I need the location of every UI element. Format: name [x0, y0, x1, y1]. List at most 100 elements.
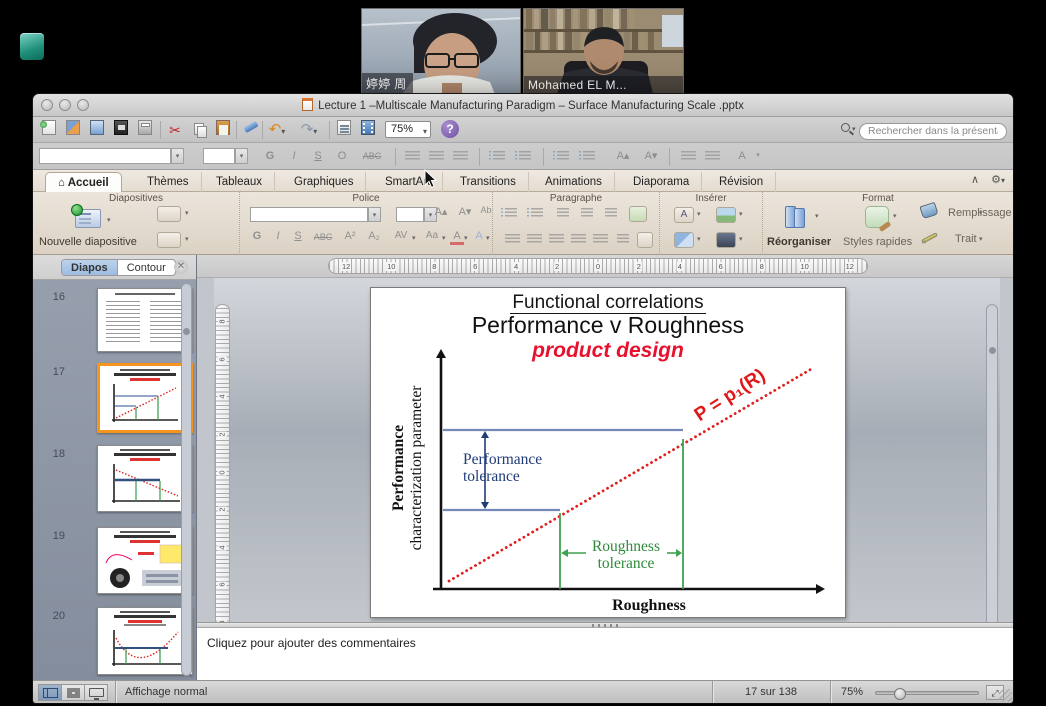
ribbon-shrink-font-button[interactable]: A▾: [454, 205, 476, 218]
align-left-icon[interactable]: [405, 151, 420, 162]
distribute-text-icon[interactable]: [593, 234, 608, 245]
slide-gallery-icon[interactable]: [63, 120, 83, 140]
strikethrough-button[interactable]: ABC: [357, 148, 387, 164]
sidebar-scrollbar[interactable]: [181, 283, 192, 676]
ribbon-italic-button[interactable]: I: [270, 230, 286, 242]
line-color-icon[interactable]: [921, 232, 938, 244]
zoom-slider[interactable]: [875, 691, 979, 695]
ribbon-font-size-combobox[interactable]: ▾: [396, 207, 424, 222]
line-spacing-icon[interactable]: [605, 208, 617, 219]
zoom-slider-knob[interactable]: [894, 688, 906, 700]
tab-themes[interactable]: Thèmes: [135, 172, 202, 192]
scrollbar-thumb[interactable]: [989, 347, 996, 354]
numbering-icon[interactable]: [519, 151, 531, 162]
print-icon[interactable]: [135, 120, 155, 140]
normal-view-button[interactable]: [38, 684, 62, 701]
bold-button[interactable]: G: [261, 148, 279, 164]
ribbon-font-color-button[interactable]: A: [450, 230, 464, 245]
tab-diaporama[interactable]: Diaporama: [621, 172, 702, 192]
ribbon-font-name-combobox[interactable]: ▾: [250, 207, 368, 222]
insert-picture-caret-icon[interactable]: ▾: [739, 210, 743, 218]
save-icon[interactable]: [111, 120, 131, 140]
insert-movie-caret-icon[interactable]: ▾: [739, 235, 743, 243]
ribbon-justify-icon[interactable]: [571, 234, 586, 245]
subscript-button[interactable]: A₂: [364, 230, 384, 242]
paste-icon[interactable]: [213, 120, 233, 140]
superscript-button[interactable]: A²: [340, 230, 360, 242]
font-color-button[interactable]: A: [733, 148, 751, 164]
tab-animations[interactable]: Animations: [533, 172, 615, 192]
media-browser-icon[interactable]: [358, 120, 378, 140]
search-input[interactable]: [859, 123, 1007, 140]
fill-color-icon[interactable]: [919, 202, 938, 219]
vertical-scrollbar[interactable]: ▲▼: [986, 304, 998, 622]
collapse-ribbon-icon[interactable]: ∧: [971, 173, 979, 186]
text-outline-color-button[interactable]: A: [472, 230, 486, 242]
demote-list-icon[interactable]: [557, 151, 569, 162]
slide-thumbnail-16[interactable]: [97, 288, 193, 352]
ribbon-numbering-icon[interactable]: [531, 208, 543, 219]
text-direction-icon[interactable]: [617, 234, 629, 245]
align-center-icon[interactable]: [429, 151, 444, 162]
ribbon-increase-indent-icon[interactable]: [581, 208, 593, 219]
slide-thumbnail-17[interactable]: [97, 363, 193, 433]
notes-pane[interactable]: Cliquez pour ajouter des commentaires: [197, 628, 1013, 680]
fill-caret-icon[interactable]: ▾: [979, 209, 983, 217]
bullets-icon[interactable]: [493, 151, 505, 162]
font-name-combobox[interactable]: ▾: [39, 148, 171, 164]
line-caret-icon[interactable]: ▾: [979, 235, 983, 243]
ribbon-decrease-indent-icon[interactable]: [557, 208, 569, 219]
text-outline-caret-icon[interactable]: ▾: [486, 234, 490, 242]
slide-layout-caret-icon[interactable]: ▾: [185, 209, 189, 217]
slide-title-block[interactable]: Functional correlations Performance v Ro…: [371, 292, 845, 363]
ribbon-bold-button[interactable]: G: [248, 230, 266, 242]
grow-font-button[interactable]: A▴: [611, 148, 635, 164]
font-color-caret-icon[interactable]: ▾: [753, 148, 763, 164]
slide-thumbnail-19[interactable]: [97, 527, 193, 594]
window-resize-grip[interactable]: [999, 689, 1012, 702]
insert-shape-caret-icon[interactable]: ▾: [697, 235, 701, 243]
tab-graphiques[interactable]: Graphiques: [282, 172, 366, 192]
zoom-combobox[interactable]: 75%▾: [385, 121, 431, 138]
open-icon[interactable]: [87, 120, 107, 140]
character-spacing-button[interactable]: AV: [390, 230, 412, 241]
character-spacing-caret-icon[interactable]: ▾: [412, 234, 416, 242]
shadow-button[interactable]: O: [333, 148, 351, 164]
slide-master-caret-icon[interactable]: ▾: [185, 235, 189, 243]
insert-movie-icon[interactable]: [716, 232, 736, 248]
quick-styles-caret-icon[interactable]: ▾: [893, 212, 897, 220]
cut-icon[interactable]: ✂: [165, 120, 185, 140]
undo-icon[interactable]: ↶▾: [267, 120, 287, 140]
arrange-icon[interactable]: [785, 206, 811, 228]
show-formatting-icon[interactable]: [334, 120, 354, 140]
insert-shape-icon[interactable]: [674, 232, 694, 248]
shrink-font-button[interactable]: A▾: [639, 148, 663, 164]
new-presentation-icon[interactable]: [39, 120, 59, 140]
arrange-caret-icon[interactable]: ▾: [815, 212, 819, 220]
ribbon-grow-font-button[interactable]: A▴: [430, 205, 452, 218]
promote-list-icon[interactable]: [583, 151, 595, 162]
sidebar-close-icon[interactable]: ✕: [174, 260, 188, 274]
slide-thumbnail-20[interactable]: [97, 607, 193, 675]
quick-styles-icon[interactable]: [865, 206, 889, 228]
ribbon-bullets-icon[interactable]: [505, 208, 517, 219]
increase-indent-icon[interactable]: [705, 151, 720, 162]
ribbon-underline-button[interactable]: S: [290, 230, 306, 242]
decrease-indent-icon[interactable]: [681, 151, 696, 162]
new-slide-icon[interactable]: [75, 209, 101, 228]
arrange-button[interactable]: Réorganiser: [767, 236, 831, 248]
insert-picture-icon[interactable]: [716, 207, 736, 223]
tab-accueil[interactable]: ⌂ Accueil: [45, 172, 122, 192]
slide-17[interactable]: Functional correlations Performance v Ro…: [370, 287, 846, 618]
new-slide-caret-icon[interactable]: ▾: [107, 216, 111, 224]
clear-formatting-button[interactable]: Ab: [478, 205, 494, 215]
help-icon[interactable]: ?: [441, 120, 459, 138]
ribbon-font-color-caret-icon[interactable]: ▾: [464, 234, 468, 242]
quick-styles-button[interactable]: Styles rapides: [843, 236, 912, 248]
change-case-caret-icon[interactable]: ▾: [442, 234, 446, 242]
slide-master-button[interactable]: [157, 232, 181, 248]
tab-transitions[interactable]: Transitions: [448, 172, 529, 192]
window-titlebar[interactable]: Lecture 1 –Multiscale Manufacturing Para…: [33, 94, 1013, 117]
ribbon-align-right-icon[interactable]: [549, 234, 564, 245]
slide-thumbnail-18[interactable]: [97, 445, 193, 512]
